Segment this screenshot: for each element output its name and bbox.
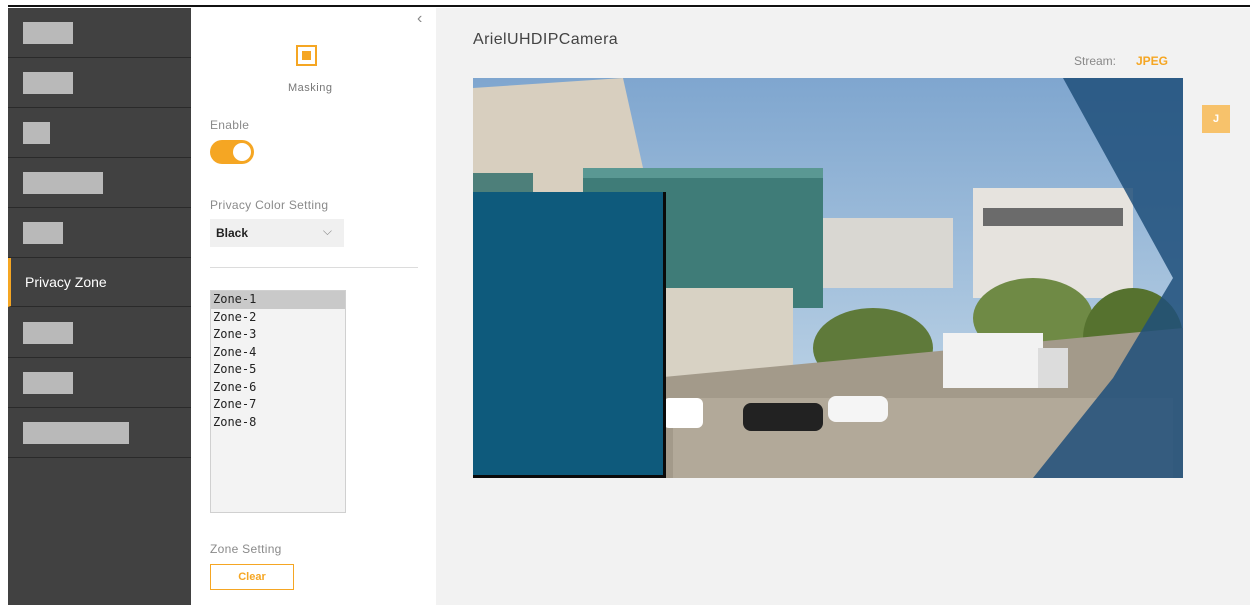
divider <box>210 267 418 268</box>
redacted-label <box>23 322 73 344</box>
zone-list-item[interactable]: Zone-3 <box>211 326 345 344</box>
zone-list-item[interactable]: Zone-8 <box>211 414 345 432</box>
top-border <box>8 5 1250 7</box>
enable-label: Enable <box>210 118 250 132</box>
privacy-color-label: Privacy Color Setting <box>210 198 329 212</box>
zone-list-item[interactable]: Zone-2 <box>211 309 345 327</box>
redacted-label <box>23 72 73 94</box>
zone-setting-label: Zone Setting <box>210 542 282 556</box>
sidebar-item-8[interactable] <box>8 358 191 408</box>
sidebar-item-privacy-zone[interactable]: Privacy Zone <box>8 258 191 307</box>
clear-button[interactable]: Clear <box>210 564 294 590</box>
side-j-button[interactable]: J <box>1202 105 1230 133</box>
stream-label: Stream: <box>1074 54 1117 68</box>
sidebar-item-1[interactable] <box>8 8 191 58</box>
redacted-label <box>23 222 63 244</box>
zone-list-item[interactable]: Zone-1 <box>211 291 345 309</box>
redacted-label <box>23 422 129 444</box>
camera-image <box>473 78 1183 478</box>
masking-label: Masking <box>288 82 333 94</box>
zone-list-item[interactable]: Zone-4 <box>211 344 345 362</box>
zone-list-item[interactable]: Zone-6 <box>211 379 345 397</box>
camera-title: ArielUHDIPCamera <box>473 31 619 48</box>
sidebar-item-2[interactable] <box>8 58 191 108</box>
sidebar-item-9[interactable] <box>8 408 191 458</box>
privacy-color-value: Black <box>216 226 249 240</box>
sidebar-item-3[interactable] <box>8 108 191 158</box>
enable-toggle[interactable] <box>210 140 254 164</box>
chevron-down-icon: ⌵ <box>322 224 332 238</box>
main-area: ArielUHDIPCamera Stream: JPEG J <box>436 8 1250 605</box>
sidebar-item-label: Privacy Zone <box>25 274 107 290</box>
sidebar-item-7[interactable] <box>8 308 191 358</box>
sidebar: Privacy Zone <box>8 8 191 605</box>
camera-view[interactable] <box>473 78 1183 478</box>
sidebar-item-5[interactable] <box>8 208 191 258</box>
app-frame: Privacy Zone ‹ Masking Enable Privacy Co… <box>8 8 1250 605</box>
redacted-label <box>23 22 73 44</box>
masking-icon <box>296 45 317 66</box>
redacted-label <box>23 122 50 144</box>
stream-value[interactable]: JPEG <box>1136 54 1168 68</box>
toggle-knob <box>233 143 251 161</box>
chevron-left-icon[interactable]: ‹ <box>417 10 422 28</box>
settings-panel: ‹ Masking Enable Privacy Color Setting B… <box>191 8 436 605</box>
redacted-label <box>23 172 103 194</box>
zone-list-item[interactable]: Zone-7 <box>211 396 345 414</box>
zone-list[interactable]: Zone-1 Zone-2 Zone-3 Zone-4 Zone-5 Zone-6 Zone… <box>210 290 346 513</box>
redacted-label <box>23 372 73 394</box>
zone-list-item[interactable]: Zone-5 <box>211 361 345 379</box>
sidebar-item-4[interactable] <box>8 158 191 208</box>
privacy-color-select[interactable]: Black ⌵ <box>210 219 344 247</box>
